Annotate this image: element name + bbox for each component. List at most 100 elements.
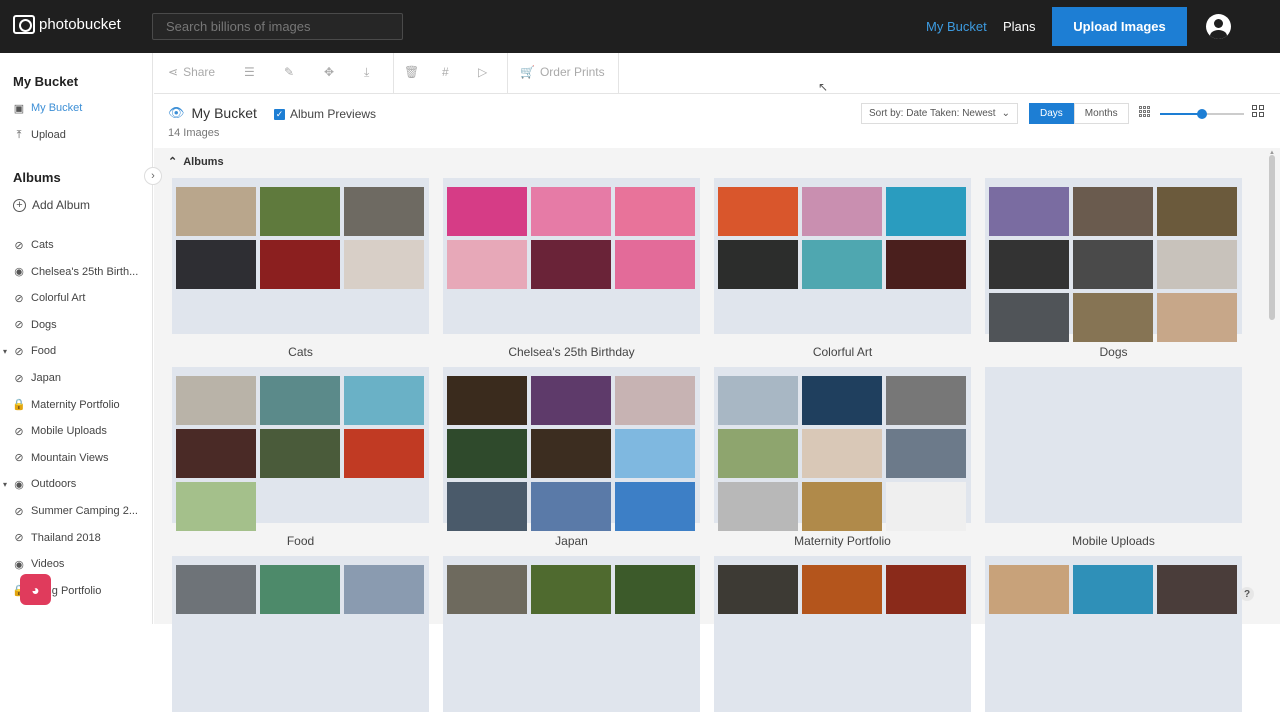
album-thumbnail[interactable]	[718, 187, 798, 236]
album-thumbnail[interactable]	[802, 565, 882, 614]
album-thumbnail[interactable]	[718, 482, 798, 531]
album-card[interactable]: Dogs	[985, 178, 1242, 359]
sidebar-album-item[interactable]: ◉ Outdoors	[13, 478, 76, 491]
album-preview[interactable]	[714, 367, 971, 531]
album-thumbnail[interactable]	[802, 429, 882, 478]
album-card[interactable]: Cats	[172, 178, 429, 359]
album-thumbnail[interactable]	[344, 565, 424, 614]
album-thumbnail[interactable]	[802, 482, 882, 531]
sidebar-album-item[interactable]: ◉ Videos	[13, 558, 64, 571]
album-thumbnail[interactable]	[447, 187, 527, 236]
album-thumbnail[interactable]	[1157, 293, 1237, 342]
scrollbar[interactable]	[1269, 155, 1275, 320]
album-thumbnail[interactable]	[260, 376, 340, 425]
album-preview[interactable]	[443, 556, 700, 712]
album-thumbnail[interactable]	[886, 429, 966, 478]
account-icon[interactable]	[1206, 14, 1231, 39]
album-preview[interactable]	[714, 556, 971, 712]
album-card[interactable]	[714, 556, 971, 723]
logo[interactable]: photobucket	[13, 15, 121, 34]
adjust-icon[interactable]: ☰	[244, 65, 255, 79]
sidebar-album-item[interactable]: ⊘ Japan	[13, 372, 61, 385]
album-preview[interactable]	[443, 367, 700, 531]
album-thumbnail[interactable]	[176, 429, 256, 478]
album-thumbnail[interactable]	[344, 240, 424, 289]
album-thumbnail[interactable]	[1073, 187, 1153, 236]
album-thumbnail[interactable]	[886, 187, 966, 236]
album-thumbnail[interactable]	[531, 187, 611, 236]
album-thumbnail[interactable]	[1157, 240, 1237, 289]
album-thumbnail[interactable]	[447, 565, 527, 614]
album-thumbnail[interactable]	[1073, 293, 1153, 342]
album-thumbnail[interactable]	[989, 565, 1069, 614]
album-thumbnail[interactable]	[615, 565, 695, 614]
album-card[interactable]: Maternity Portfolio	[714, 367, 971, 548]
album-thumbnail[interactable]	[1073, 240, 1153, 289]
album-thumbnail[interactable]	[447, 429, 527, 478]
album-name[interactable]: Cats	[172, 345, 429, 359]
album-thumbnail[interactable]	[531, 565, 611, 614]
album-preview[interactable]	[172, 367, 429, 531]
album-preview[interactable]	[985, 178, 1242, 342]
album-thumbnail[interactable]	[176, 187, 256, 236]
album-thumbnail[interactable]	[615, 429, 695, 478]
large-grid-icon[interactable]	[1252, 105, 1264, 117]
help-icon[interactable]: ?	[1240, 587, 1254, 601]
album-thumbnail[interactable]	[886, 565, 966, 614]
album-preview[interactable]	[714, 178, 971, 334]
sidebar-album-item[interactable]: ⊘ Mobile Uploads	[13, 425, 106, 438]
album-thumbnail[interactable]	[447, 376, 527, 425]
sidebar-album-item[interactable]: ⊘ Summer Camping 2...	[13, 505, 138, 518]
search-input[interactable]	[152, 13, 403, 40]
album-thumbnail[interactable]	[989, 240, 1069, 289]
album-thumbnail[interactable]	[886, 376, 966, 425]
album-preview[interactable]	[172, 178, 429, 334]
album-card[interactable]	[172, 556, 429, 723]
album-thumbnail[interactable]	[989, 187, 1069, 236]
album-name[interactable]: Chelsea's 25th Birthday	[443, 345, 700, 359]
album-preview[interactable]	[172, 556, 429, 712]
album-thumbnail[interactable]	[176, 376, 256, 425]
album-thumbnail[interactable]	[260, 187, 340, 236]
sidebar-album-item[interactable]: ◉ Chelsea's 25th Birth...	[13, 266, 138, 279]
album-thumbnail[interactable]	[344, 187, 424, 236]
album-thumbnail[interactable]	[989, 293, 1069, 342]
album-preview[interactable]	[985, 556, 1242, 712]
collapse-sidebar-button[interactable]: ›	[144, 167, 162, 185]
album-name[interactable]: Mobile Uploads	[985, 534, 1242, 548]
trash-icon[interactable]: 🗑	[404, 65, 419, 79]
album-thumbnail[interactable]	[531, 482, 611, 531]
albums-section-toggle[interactable]: ⌃ Albums	[168, 155, 224, 169]
album-thumbnail[interactable]	[176, 240, 256, 289]
nav-plans[interactable]: Plans	[1003, 19, 1036, 34]
album-thumbnail[interactable]	[886, 482, 966, 531]
months-tab[interactable]: Months	[1073, 103, 1129, 124]
album-thumbnail[interactable]	[531, 240, 611, 289]
slideshow-icon[interactable]: ▷	[478, 65, 487, 79]
nav-my-bucket[interactable]: My Bucket	[926, 19, 987, 34]
album-thumbnail[interactable]	[260, 565, 340, 614]
zoom-slider[interactable]	[1160, 109, 1244, 119]
sidebar-item-upload[interactable]: ⤒ Upload	[13, 129, 66, 142]
sidebar-album-item[interactable]: ⊘ Cats	[13, 239, 53, 252]
expand-chevron-icon[interactable]: ▾	[3, 347, 7, 356]
small-grid-icon[interactable]	[1139, 106, 1150, 117]
album-thumbnail[interactable]	[447, 482, 527, 531]
album-thumbnail[interactable]	[615, 240, 695, 289]
album-thumbnail[interactable]	[1157, 565, 1237, 614]
album-thumbnail[interactable]	[615, 482, 695, 531]
sidebar-album-item[interactable]: ⊘ Thailand 2018	[13, 532, 100, 545]
album-card[interactable]	[985, 556, 1242, 723]
album-thumbnail[interactable]	[886, 240, 966, 289]
album-name[interactable]: Colorful Art	[714, 345, 971, 359]
album-card[interactable]: Mobile Uploads	[985, 367, 1242, 548]
album-preview[interactable]	[985, 367, 1242, 523]
album-name[interactable]: Japan	[443, 534, 700, 548]
album-thumbnail[interactable]	[260, 429, 340, 478]
order-prints-button[interactable]: 🛒 Order Prints	[520, 65, 605, 79]
days-tab[interactable]: Days	[1029, 103, 1074, 124]
album-thumbnail[interactable]	[531, 429, 611, 478]
album-name[interactable]: Food	[172, 534, 429, 548]
album-thumbnail[interactable]	[615, 187, 695, 236]
sidebar-album-item[interactable]: ⊘ Colorful Art	[13, 292, 85, 305]
